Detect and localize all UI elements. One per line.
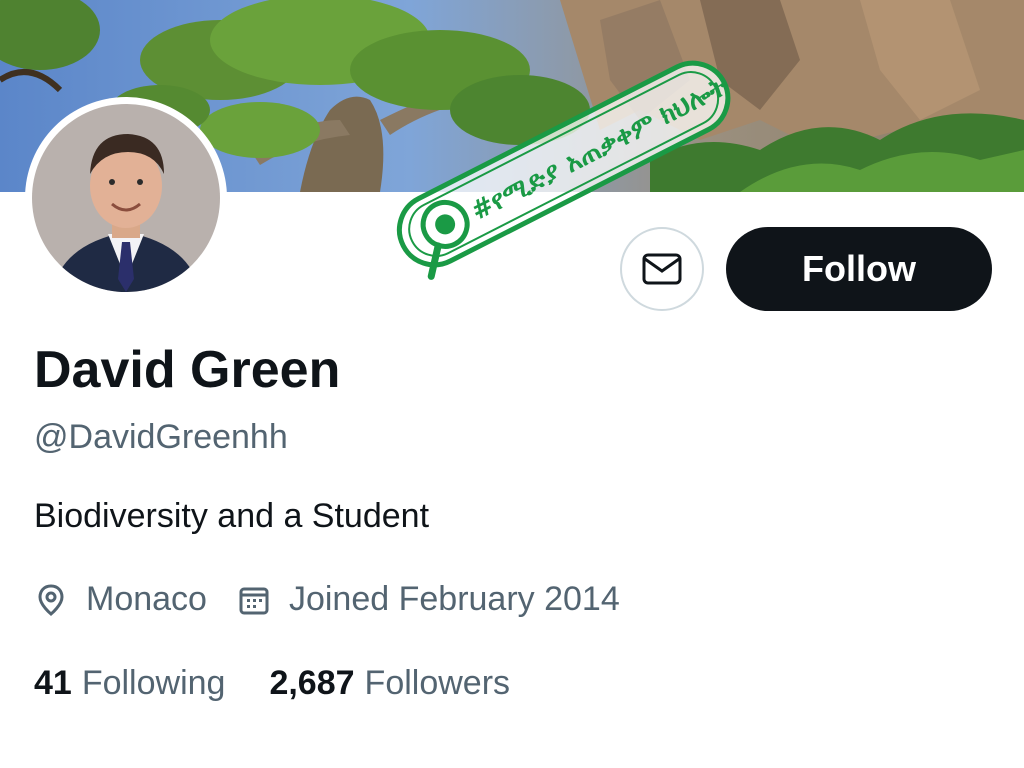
followers-label: Followers xyxy=(364,664,511,702)
followers-count: 2,687 xyxy=(269,664,355,702)
calendar-icon xyxy=(237,583,271,617)
profile-stats: 41 Following 2,687 Followers xyxy=(34,664,554,703)
display-name: David Green xyxy=(34,341,341,399)
stamp-text: #የሚድያ አጠቃቀም ክህሎት xyxy=(466,71,732,227)
profile-bio: Biodiversity and a Student xyxy=(34,497,430,535)
envelope-icon xyxy=(642,253,682,285)
joined-item: Joined February 2014 xyxy=(237,580,620,619)
following-count: 41 xyxy=(34,664,72,702)
location-item: Monaco xyxy=(34,580,207,619)
location-text: Monaco xyxy=(86,580,207,618)
follow-button[interactable]: Follow xyxy=(726,227,992,311)
location-pin-icon xyxy=(34,583,68,617)
joined-text: Joined February 2014 xyxy=(288,580,620,618)
following-label: Following xyxy=(81,664,226,702)
avatar[interactable] xyxy=(25,97,227,299)
message-button[interactable] xyxy=(620,227,704,311)
profile-meta: Monaco Joined February 2014 xyxy=(34,580,650,619)
following-link[interactable]: 41 Following xyxy=(34,664,225,703)
profile-photo xyxy=(32,104,220,292)
username-handle: @DavidGreenhh xyxy=(34,418,288,456)
followers-link[interactable]: 2,687 Followers xyxy=(269,664,510,703)
